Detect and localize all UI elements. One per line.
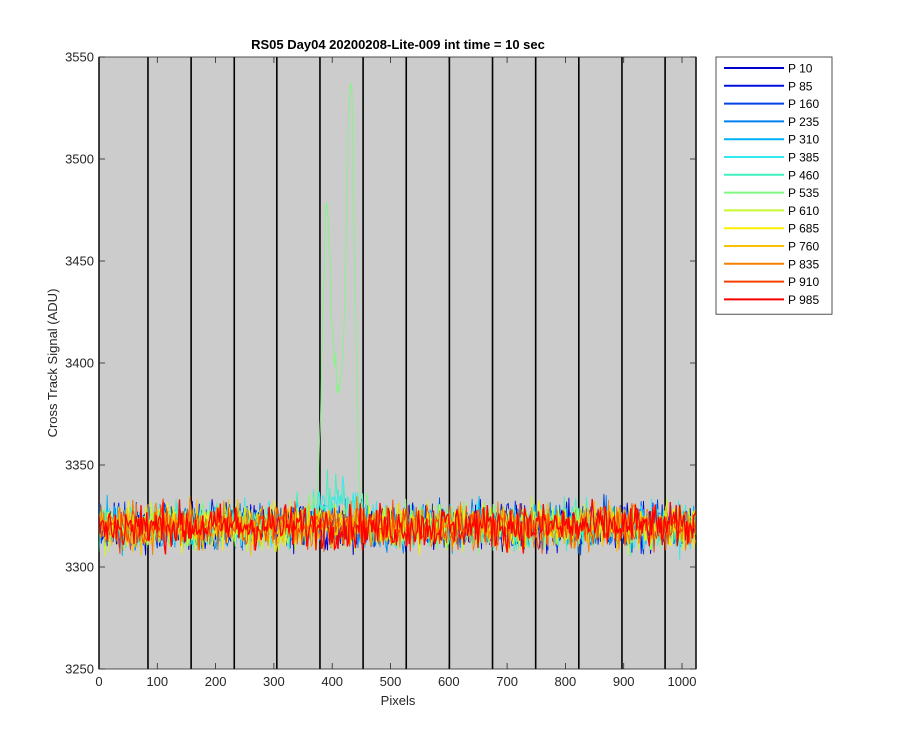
x-tick-label: 700 <box>496 674 518 689</box>
legend-label: P 685 <box>788 222 819 236</box>
y-axis-label: Cross Track Signal (ADU) <box>45 289 60 438</box>
x-tick-label: 0 <box>95 674 102 689</box>
legend-label: P 235 <box>788 115 819 129</box>
y-tick-label: 3450 <box>65 254 94 269</box>
y-tick-label: 3400 <box>65 356 94 371</box>
x-tick-label: 1000 <box>668 674 697 689</box>
legend-label: P 160 <box>788 97 819 111</box>
x-tick-label: 100 <box>146 674 168 689</box>
legend-label: P 85 <box>788 79 813 93</box>
legend: P 10 P 85 P 160 P 235 P 310 P 385 P 460 P 535 P … <box>715 56 833 315</box>
x-tick-label: 400 <box>321 674 343 689</box>
legend-label: P 460 <box>788 168 819 182</box>
plot-area <box>99 57 696 669</box>
y-tick-label: 3250 <box>65 662 94 677</box>
legend-label: P 910 <box>788 275 819 289</box>
x-tick-label: 600 <box>438 674 460 689</box>
y-tick-label: 3350 <box>65 458 94 473</box>
y-tick-label: 3500 <box>65 152 94 167</box>
x-tick-label: 200 <box>205 674 227 689</box>
legend-label: P 310 <box>788 133 819 147</box>
legend-label: P 10 <box>788 62 813 76</box>
legend-label: P 835 <box>788 257 819 271</box>
x-tick-label: 300 <box>263 674 285 689</box>
x-axis-label: Pixels <box>381 693 416 708</box>
legend-label: P 535 <box>788 186 819 200</box>
y-tick-label: 3550 <box>65 50 94 65</box>
y-tick-label: 3300 <box>65 560 94 575</box>
x-tick-label: 500 <box>380 674 402 689</box>
chart: 0 100 200 300 400 500 600 700 800 900 1000 3250 330… <box>45 37 833 708</box>
x-tick-label: 800 <box>555 674 577 689</box>
chart-title: RS05 Day04 20200208-Lite-009 int time = … <box>251 37 545 52</box>
legend-label: P 985 <box>788 293 819 307</box>
legend-label: P 385 <box>788 151 819 165</box>
legend-label: P 760 <box>788 240 819 254</box>
x-tick-label: 900 <box>613 674 635 689</box>
legend-label: P 610 <box>788 204 819 218</box>
